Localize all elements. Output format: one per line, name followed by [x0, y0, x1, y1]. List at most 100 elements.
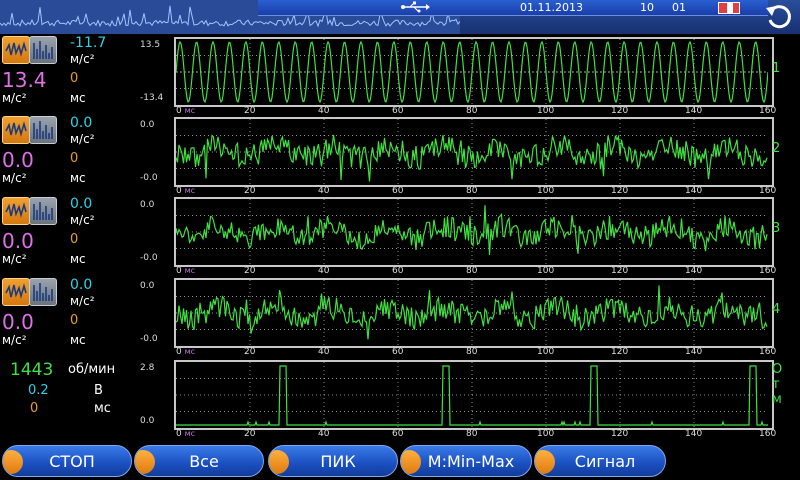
minmax-button[interactable]: М:Min-Max [400, 445, 532, 477]
x-tick: 40 [318, 106, 330, 116]
channel-value-small: 0 [70, 313, 79, 328]
waveform-plot-4 [174, 278, 774, 348]
channel-number: О т м [772, 362, 783, 407]
x-tick: 20 [244, 429, 256, 439]
x-tick: 80 [466, 429, 478, 439]
x-tick: 60 [392, 106, 404, 116]
rpm-value: 1443 [10, 360, 54, 380]
x-tick: 0 мс [176, 429, 196, 439]
channel-value-small: 0 [70, 232, 79, 247]
plot-canvas [176, 199, 768, 265]
tacho-ms-unit: мс [94, 401, 111, 416]
time-minutes: 01 [672, 1, 686, 14]
waveform-glyph [5, 41, 27, 58]
y-tick-max: 2.8 [140, 363, 155, 373]
signal-trace [176, 285, 768, 340]
y-tick-max: 0.0 [140, 281, 155, 291]
tacho-ms-value: 0 [30, 401, 39, 416]
stop-button[interactable]: СТОП [2, 445, 132, 477]
channel-unit-small: мс [70, 333, 86, 347]
volt-unit: В [94, 383, 103, 398]
channel-value-top: 0.0 [70, 196, 93, 212]
x-tick: 80 [466, 186, 478, 196]
waveform-mode-icon[interactable] [2, 116, 30, 144]
y-tick-max: 0.0 [140, 200, 155, 210]
channel-value-small: 0 [70, 71, 79, 86]
y-tick-max: 13.5 [140, 40, 161, 50]
channel-unit-main: м/с² [2, 91, 27, 105]
x-tick: 120 [611, 429, 629, 439]
x-tick: 80 [466, 266, 478, 276]
channel-value-top: -11.7 [70, 35, 107, 51]
y-tick-min: -0.0 [140, 334, 158, 344]
volt-value: 0.2 [28, 383, 49, 398]
y-tick-min: 0.0 [140, 416, 155, 426]
channel-unit-small: мс [70, 171, 86, 185]
plot-canvas [176, 39, 768, 105]
peak-button[interactable]: ПИК [268, 445, 398, 477]
stop-label: СТОП [49, 451, 95, 471]
x-tick: 20 [244, 347, 256, 357]
waveform-mode-icon[interactable] [2, 197, 30, 225]
x-tick: 40 [318, 266, 330, 276]
status-bar: 01.11.2013 10 01 [0, 0, 800, 34]
channel-unit-small: мс [70, 91, 86, 105]
button-cap [135, 450, 155, 474]
channel-value-main: 13.4 [2, 68, 47, 92]
battery-icon [718, 2, 740, 14]
x-tick: 0 мс [176, 347, 196, 357]
x-tick: 120 [611, 266, 629, 276]
x-tick: 100 [537, 186, 555, 196]
x-tick: 0 мс [176, 266, 196, 276]
y-tick-max: 0.0 [140, 120, 155, 130]
x-tick: 60 [392, 347, 404, 357]
x-tick: 100 [537, 106, 555, 116]
channel-unit-top: м/с² [70, 132, 95, 146]
spectrum-glyph [33, 202, 53, 220]
channel-unit-top: м/с² [70, 213, 95, 227]
channel-unit-main: м/с² [2, 252, 27, 266]
peak-label: ПИК [320, 451, 356, 471]
date-text: 01.11.2013 [520, 1, 583, 14]
x-tick: 120 [611, 106, 629, 116]
x-tick: 160 [759, 106, 777, 116]
button-cap [535, 450, 555, 474]
spectrum-glyph [33, 41, 53, 59]
waveform-plot-5 [174, 360, 774, 430]
channel-number: 1 [772, 61, 781, 76]
time-hours: 10 [640, 1, 654, 14]
signal-label: Сигнал [574, 451, 636, 471]
x-tick: 20 [244, 186, 256, 196]
channel-value-top: 0.0 [70, 115, 93, 131]
x-tick: 80 [466, 347, 478, 357]
waveform-mode-icon[interactable] [2, 36, 30, 64]
waveform-plot-2 [174, 117, 774, 187]
spectrum-mode-icon[interactable] [29, 116, 57, 144]
channel-number: 4 [772, 302, 781, 317]
x-tick: 60 [392, 186, 404, 196]
spectrum-mode-icon[interactable] [29, 36, 57, 64]
x-tick: 100 [537, 347, 555, 357]
x-tick: 60 [392, 266, 404, 276]
signal-trace [176, 134, 768, 182]
plot-canvas [176, 280, 768, 346]
all-button[interactable]: Все [134, 445, 264, 477]
x-tick: 160 [759, 186, 777, 196]
signal-button[interactable]: Сигнал [534, 445, 666, 477]
usb-icon [401, 1, 430, 13]
channel-value-main: 0.0 [2, 148, 34, 172]
plot-canvas [176, 362, 768, 428]
waveform-plot-1 [174, 37, 774, 107]
waveform-glyph [5, 121, 27, 138]
spectrum-mode-icon[interactable] [29, 278, 57, 306]
channel-value-main: 0.0 [2, 310, 34, 334]
back-arrow-icon[interactable] [764, 2, 794, 32]
x-tick: 20 [244, 266, 256, 276]
channel-unit-main: м/с² [2, 333, 27, 347]
spectrum-mode-icon[interactable] [29, 197, 57, 225]
plot-canvas [176, 119, 768, 185]
channel-value-small: 0 [70, 151, 79, 166]
x-tick: 100 [537, 266, 555, 276]
x-tick: 40 [318, 347, 330, 357]
waveform-mode-icon[interactable] [2, 278, 30, 306]
